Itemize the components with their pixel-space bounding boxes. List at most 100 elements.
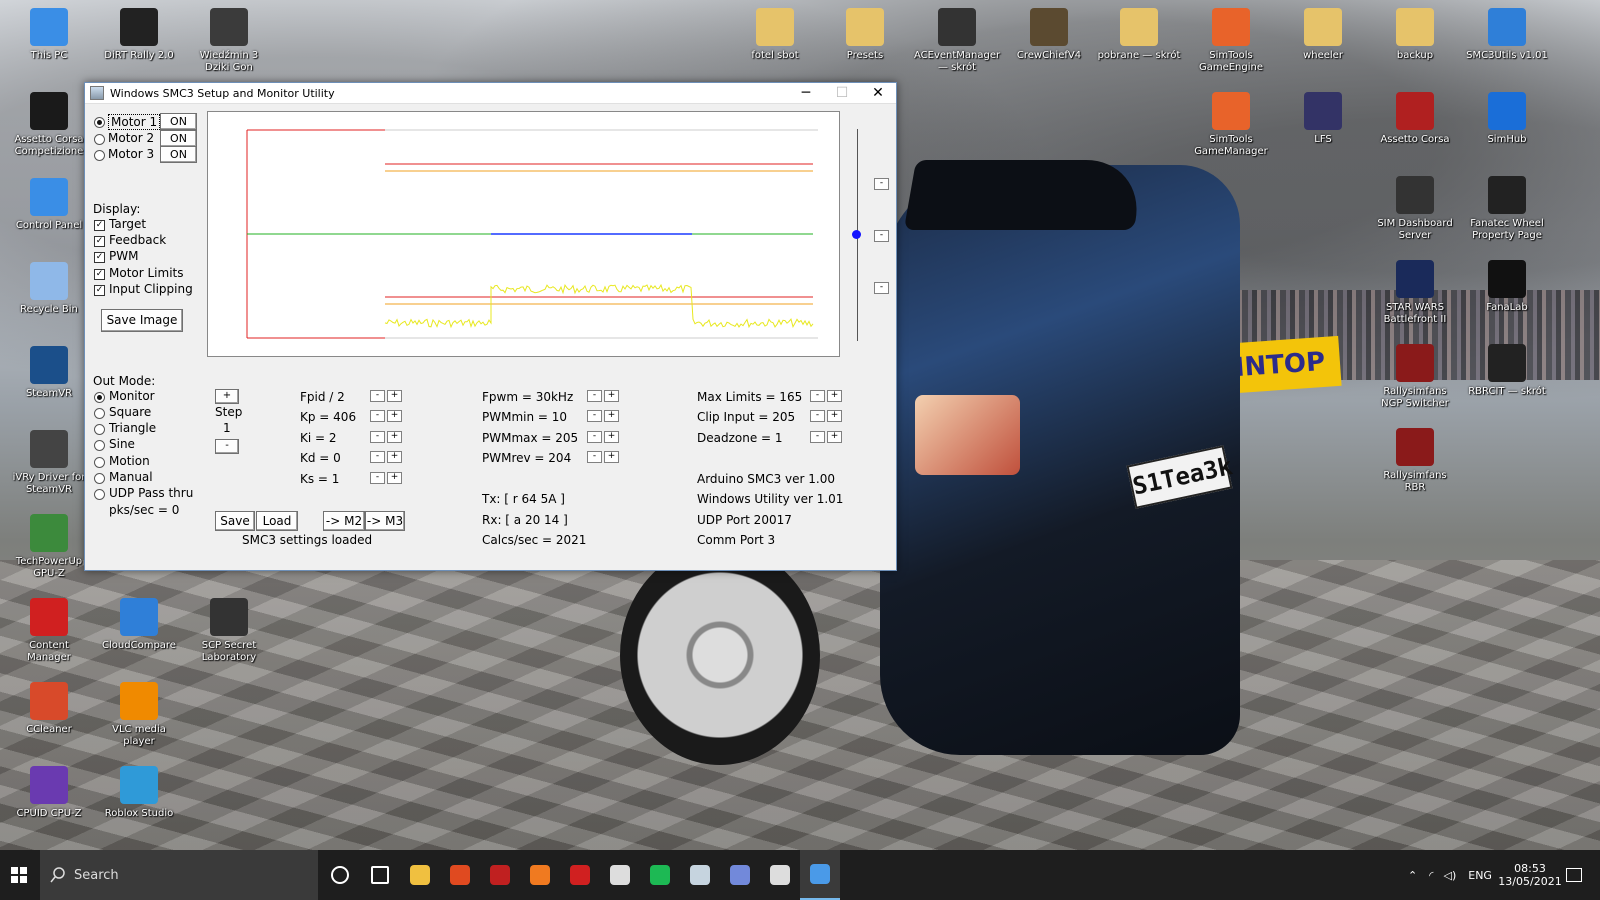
motor-3-on-button[interactable]: ON [160, 146, 197, 163]
desktop-icon[interactable]: CPUID CPU-Z [6, 766, 92, 820]
pwmmin-plus-button[interactable]: + [604, 410, 619, 422]
desktop-icon[interactable]: ACEventManager — skrót [914, 8, 1000, 74]
desktop-icon[interactable]: CloudCompare [96, 598, 182, 652]
desktop-icon[interactable]: SMC3Utils v1.01 [1464, 8, 1550, 62]
fpwm-minus-button[interactable]: - [587, 390, 602, 402]
copy-to-m3-button[interactable]: -> M3 [365, 511, 405, 531]
desktop-icon[interactable]: FanaLab [1464, 260, 1550, 314]
desktop-icon[interactable]: Assetto Corsa Competizione [6, 92, 92, 158]
input-clipping-checkbox[interactable]: ✓ [94, 285, 105, 296]
taskbar-app[interactable] [320, 850, 360, 900]
taskbar-app[interactable] [600, 850, 640, 900]
desktop-icon[interactable]: backup [1372, 8, 1458, 62]
desktop-icon[interactable]: iVRy Driver for SteamVR [6, 430, 92, 496]
desktop-icon[interactable]: Content Manager [6, 598, 92, 664]
save-image-button[interactable]: Save Image [101, 309, 183, 332]
scale-button-bottom[interactable]: - [874, 282, 889, 294]
pwmmin-minus-button[interactable]: - [587, 410, 602, 422]
desktop-icon[interactable]: SCP Secret Laboratory [186, 598, 272, 664]
desktop-icon[interactable]: SimTools GameManager [1188, 92, 1274, 158]
desktop-icon[interactable]: This PC [6, 8, 92, 62]
pwmmax-minus-button[interactable]: - [587, 431, 602, 443]
step-minus-button[interactable]: - [215, 439, 239, 454]
desktop-icon[interactable]: VLC media player [96, 682, 182, 748]
clock[interactable]: 08:53 13/05/2021 [1498, 850, 1561, 900]
ks-minus-button[interactable]: - [370, 472, 385, 484]
desktop-icon[interactable]: Fanatec Wheel Property Page [1464, 176, 1550, 242]
desktop-icon[interactable]: Assetto Corsa [1372, 92, 1458, 146]
language-indicator[interactable]: ENG [1468, 869, 1492, 882]
taskbar-app[interactable] [560, 850, 600, 900]
clip-input-minus-button[interactable]: - [810, 410, 825, 422]
fpid-plus-button[interactable]: + [387, 390, 402, 402]
motor-3-label[interactable]: Motor 3 [108, 147, 154, 161]
motor-1-radio[interactable] [94, 117, 105, 128]
out-mode-triangle-label[interactable]: Triangle [109, 421, 156, 435]
desktop-icon[interactable]: Wiedźmin 3 Dziki Gon [186, 8, 272, 74]
desktop-icon[interactable]: RBRCIT — skrót [1464, 344, 1550, 398]
out-mode-sine-label[interactable]: Sine [109, 437, 135, 451]
out-mode-monitor-radio[interactable] [94, 392, 105, 403]
out-mode-manual-radio[interactable] [94, 473, 105, 484]
motor-1-label[interactable]: Motor 1 [108, 114, 161, 130]
desktop-icon[interactable]: DiRT Rally 2.0 [96, 8, 182, 62]
scale-button-middle[interactable]: - [874, 230, 889, 242]
desktop-icon[interactable]: STAR WARS Battlefront II [1372, 260, 1458, 326]
desktop-icon[interactable]: wheeler [1280, 8, 1366, 62]
taskbar-app[interactable] [520, 850, 560, 900]
motor-limits-label[interactable]: Motor Limits [109, 266, 184, 280]
taskbar-app[interactable] [640, 850, 680, 900]
desktop-icon[interactable]: CrewChiefV4 [1006, 8, 1092, 62]
max-limits-plus-button[interactable]: + [827, 390, 842, 402]
motor-3-radio[interactable] [94, 150, 105, 161]
out-mode-square-label[interactable]: Square [109, 405, 151, 419]
motor-2-label[interactable]: Motor 2 [108, 131, 154, 145]
feedback-checkbox[interactable]: ✓ [94, 236, 105, 247]
target-checkbox[interactable]: ✓ [94, 220, 105, 231]
deadzone-plus-button[interactable]: + [827, 431, 842, 443]
desktop-icon[interactable]: Rallysimfans RBR [1372, 428, 1458, 494]
out-mode-sine-radio[interactable] [94, 440, 105, 451]
desktop-icon[interactable]: SimHub [1464, 92, 1550, 146]
ki-plus-button[interactable]: + [387, 431, 402, 443]
scale-button-top[interactable]: - [874, 178, 889, 190]
pwm-checkbox[interactable]: ✓ [94, 252, 105, 263]
desktop-icon[interactable]: CCleaner [6, 682, 92, 736]
taskbar-app[interactable] [720, 850, 760, 900]
taskbar-app[interactable] [480, 850, 520, 900]
zoom-slider-thumb[interactable] [852, 230, 861, 239]
desktop-icon[interactable]: pobrane — skrót [1096, 8, 1182, 62]
start-button[interactable] [0, 850, 38, 900]
out-mode-square-radio[interactable] [94, 408, 105, 419]
target-label[interactable]: Target [109, 217, 146, 231]
notifications-button[interactable] [1566, 850, 1582, 900]
desktop-icon[interactable]: TechPowerUp GPU-Z [6, 514, 92, 580]
load-button[interactable]: Load [256, 511, 298, 531]
taskbar-app[interactable] [800, 850, 840, 900]
step-plus-button[interactable]: + [215, 389, 239, 404]
desktop-icon[interactable]: Recycle Bin [6, 262, 92, 316]
motor-2-radio[interactable] [94, 134, 105, 145]
clip-input-plus-button[interactable]: + [827, 410, 842, 422]
desktop-icon[interactable]: Presets [822, 8, 908, 62]
kd-minus-button[interactable]: - [370, 451, 385, 463]
pwmrev-plus-button[interactable]: + [604, 451, 619, 463]
volume-icon[interactable]: ◁) [1443, 869, 1456, 882]
taskbar-search-box[interactable]: Search [40, 850, 318, 900]
network-icon[interactable]: ◜ [1429, 869, 1433, 882]
kd-plus-button[interactable]: + [387, 451, 402, 463]
kp-minus-button[interactable]: - [370, 410, 385, 422]
smc3-window[interactable]: Windows SMC3 Setup and Monitor Utility ─… [84, 82, 897, 571]
desktop-icon[interactable]: Roblox Studio [96, 766, 182, 820]
out-mode-motion-label[interactable]: Motion [109, 454, 150, 468]
ki-minus-button[interactable]: - [370, 431, 385, 443]
pwmmax-plus-button[interactable]: + [604, 431, 619, 443]
fpwm-plus-button[interactable]: + [604, 390, 619, 402]
taskbar-app[interactable] [360, 850, 400, 900]
input-clipping-label[interactable]: Input Clipping [109, 282, 193, 296]
desktop-icon[interactable]: LFS [1280, 92, 1366, 146]
copy-to-m2-button[interactable]: -> M2 [323, 511, 365, 531]
taskbar-app[interactable] [400, 850, 440, 900]
taskbar-app[interactable] [440, 850, 480, 900]
desktop-icon[interactable]: SteamVR [6, 346, 92, 400]
